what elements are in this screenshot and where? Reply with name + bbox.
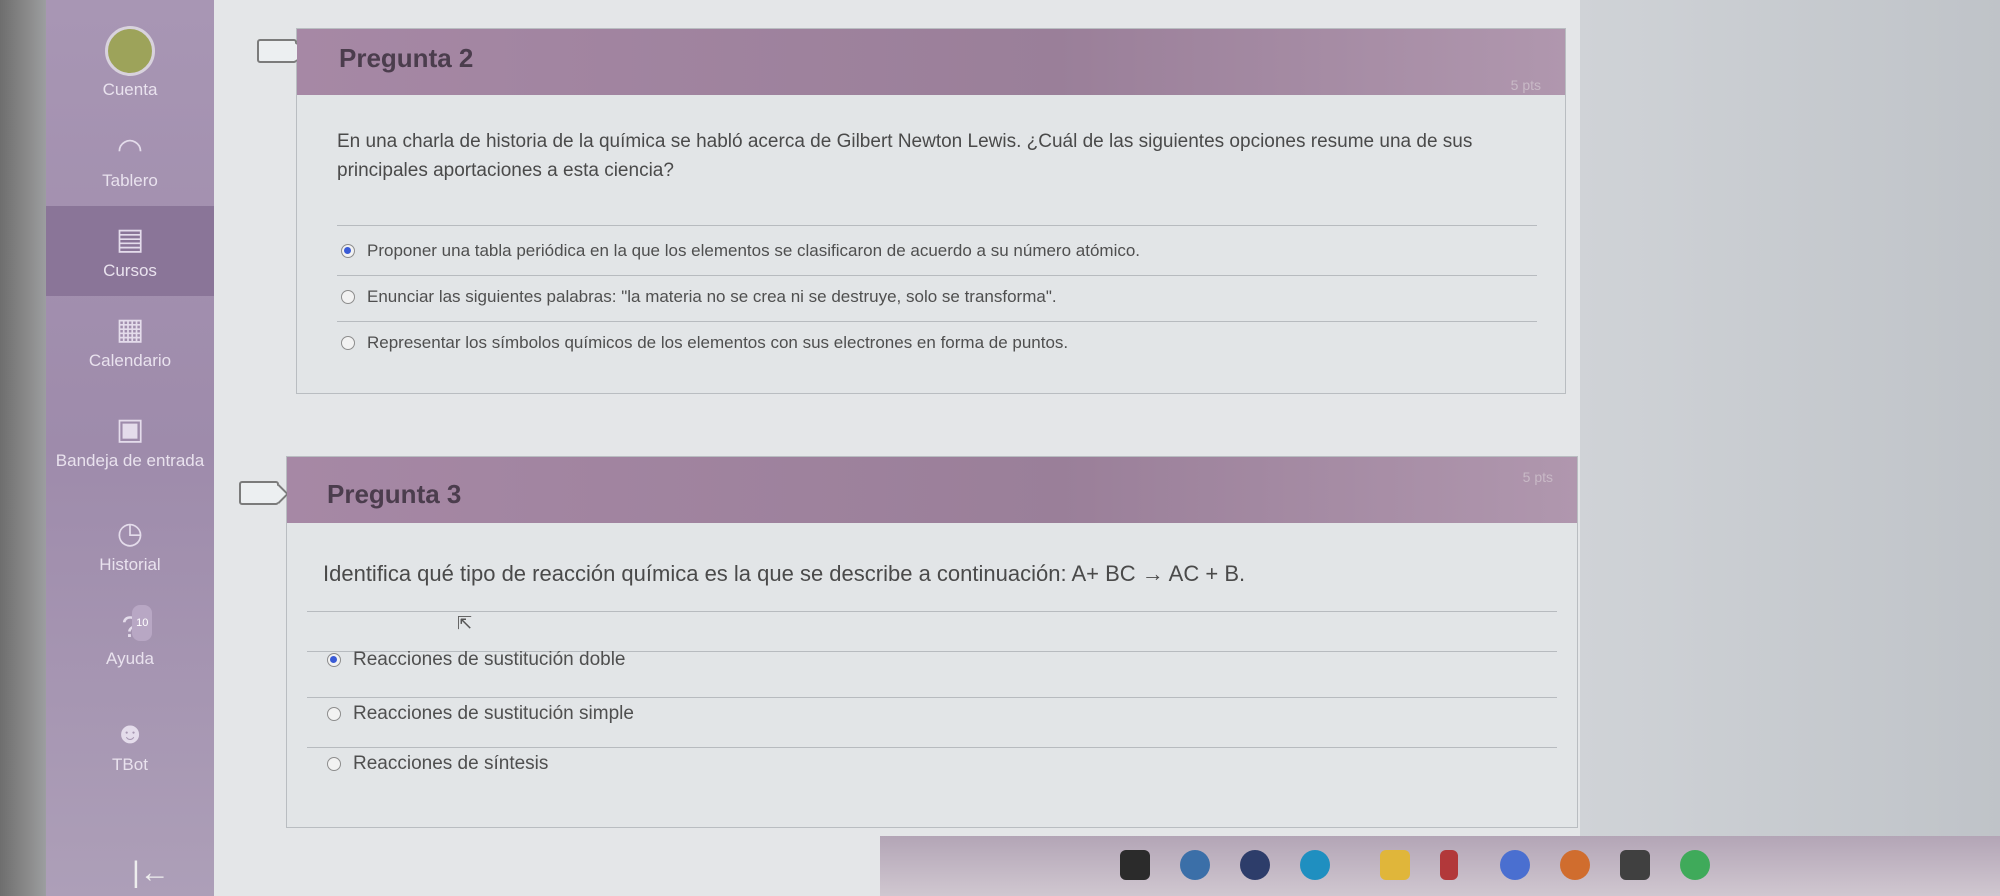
question-header-2: Pregunta 2 5 pts bbox=[297, 29, 1565, 95]
question-points-3: 5 pts bbox=[1522, 469, 1553, 485]
nav-history-label: Historial bbox=[99, 554, 161, 574]
nav-tbot-label: TBot bbox=[112, 754, 148, 774]
answer-label: Proponer una tabla periódica en la que l… bbox=[367, 241, 1141, 260]
flag-question-icon[interactable] bbox=[239, 481, 279, 505]
nav-help[interactable]: ? 10 Ayuda bbox=[46, 594, 214, 684]
screen-photo: Cuenta ◠ Tablero ▤ Cursos ▦ Calendario ▣… bbox=[0, 0, 2000, 896]
answer-label: Enunciar las siguientes palabras: "la ma… bbox=[367, 287, 1057, 306]
answer-option[interactable]: Reacciones de síntesis bbox=[327, 753, 548, 775]
os-taskbar bbox=[880, 836, 2000, 896]
answer-option[interactable]: Enunciar las siguientes palabras: "la ma… bbox=[341, 287, 1057, 307]
answer-label: Reacciones de sustitución simple bbox=[353, 703, 634, 724]
collapse-nav-arrow-icon[interactable]: |← bbox=[132, 856, 170, 890]
flag-question-icon[interactable] bbox=[257, 39, 297, 63]
nav-help-label: Ayuda bbox=[106, 648, 154, 668]
divider bbox=[337, 275, 1537, 276]
nav-courses-label: Cursos bbox=[103, 260, 157, 280]
courses-book-icon: ▤ bbox=[115, 222, 145, 256]
nav-account-label: Cuenta bbox=[102, 79, 158, 99]
radio-button[interactable] bbox=[327, 757, 341, 771]
dashboard-gauge-icon: ◠ bbox=[116, 132, 144, 166]
nav-history[interactable]: ◷ Historial bbox=[46, 500, 214, 590]
taskbar-app-icon[interactable] bbox=[1680, 850, 1710, 880]
quiz-content: Pregunta 2 5 pts En una charla de histor… bbox=[214, 0, 1580, 896]
nav-inbox-label: Bandeja de entrada bbox=[55, 450, 205, 470]
divider bbox=[307, 611, 1557, 612]
divider bbox=[337, 321, 1537, 322]
answer-option[interactable]: Reacciones de sustitución simple bbox=[327, 703, 634, 725]
question-card-2: Pregunta 2 5 pts En una charla de histor… bbox=[257, 28, 1566, 394]
nav-calendar[interactable]: ▦ Calendario bbox=[46, 296, 214, 386]
question-header-3: Pregunta 3 5 pts bbox=[287, 457, 1577, 523]
answer-option[interactable]: Proponer una tabla periódica en la que l… bbox=[341, 241, 1140, 261]
divider bbox=[307, 697, 1557, 698]
nav-courses[interactable]: ▤ Cursos bbox=[46, 206, 214, 296]
answer-option[interactable]: Reacciones de sustitución doble bbox=[327, 649, 626, 671]
mouse-cursor-icon: ⇱ bbox=[457, 613, 473, 633]
monitor-bezel bbox=[0, 0, 46, 896]
taskbar-app-icon[interactable] bbox=[1120, 850, 1150, 880]
nav-account[interactable]: Cuenta bbox=[46, 10, 214, 114]
taskbar-app-icon[interactable] bbox=[1500, 850, 1530, 880]
help-badge-count: 10 bbox=[132, 604, 153, 641]
answer-option[interactable]: Representar los símbolos químicos de los… bbox=[341, 333, 1068, 353]
nav-calendar-label: Calendario bbox=[88, 350, 172, 370]
taskbar-app-icon[interactable] bbox=[1440, 850, 1458, 880]
global-navigation: Cuenta ◠ Tablero ▤ Cursos ▦ Calendario ▣… bbox=[46, 0, 214, 896]
answer-label: Reacciones de sustitución doble bbox=[353, 649, 626, 670]
inbox-icon: ▣ bbox=[115, 412, 145, 446]
answer-label: Representar los símbolos químicos de los… bbox=[367, 333, 1069, 352]
divider bbox=[307, 747, 1557, 748]
question-text-2: En una charla de historia de la química … bbox=[337, 131, 1473, 181]
taskbar-app-icon[interactable] bbox=[1240, 850, 1270, 880]
question-card-3: Pregunta 3 5 pts Identifica qué tipo de … bbox=[239, 456, 1578, 828]
radio-button[interactable] bbox=[327, 707, 341, 721]
radio-button-selected[interactable] bbox=[327, 653, 341, 667]
question-points-2: 5 pts bbox=[1510, 77, 1541, 93]
taskbar-app-icon[interactable] bbox=[1300, 850, 1330, 880]
robot-icon: ☻ bbox=[114, 716, 146, 750]
history-clock-icon: ◷ bbox=[116, 516, 144, 550]
nav-dashboard-label: Tablero bbox=[102, 170, 158, 190]
answer-label: Reacciones de síntesis bbox=[353, 753, 549, 774]
calendar-icon: ▦ bbox=[115, 312, 145, 346]
taskbar-app-icon[interactable] bbox=[1180, 850, 1210, 880]
account-avatar bbox=[105, 25, 155, 76]
question-text-3: Identifica qué tipo de reacción química … bbox=[323, 561, 1246, 586]
nav-inbox[interactable]: ▣ Bandeja de entrada bbox=[46, 386, 214, 496]
help-icon: ? 10 bbox=[122, 604, 153, 645]
question-title-3: Pregunta 3 bbox=[327, 479, 462, 509]
radio-button[interactable] bbox=[341, 290, 355, 304]
question-title-2: Pregunta 2 bbox=[339, 43, 474, 73]
divider bbox=[337, 225, 1537, 226]
nav-tbot[interactable]: ☻ TBot bbox=[46, 700, 214, 790]
taskbar-app-icon[interactable] bbox=[1620, 850, 1650, 880]
radio-button[interactable] bbox=[341, 336, 355, 350]
taskbar-app-icon[interactable] bbox=[1560, 850, 1590, 880]
folder-icon[interactable] bbox=[1380, 850, 1410, 880]
radio-button-selected[interactable] bbox=[341, 244, 355, 258]
nav-dashboard[interactable]: ◠ Tablero bbox=[46, 116, 214, 206]
